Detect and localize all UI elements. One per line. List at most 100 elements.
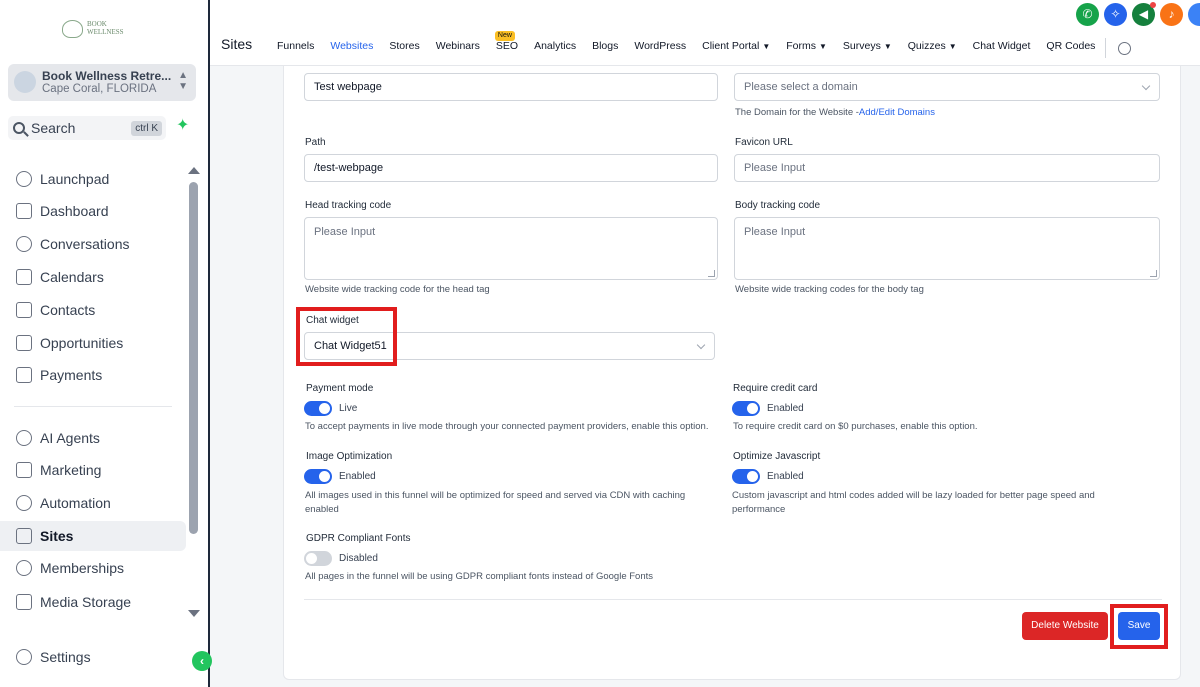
resize-handle-icon[interactable] (708, 270, 715, 277)
new-badge: New (494, 31, 515, 41)
nav-item-label: Marketing (40, 462, 102, 478)
nav-item-memberships[interactable]: Memberships (0, 553, 186, 583)
image-optimization-state: Enabled (339, 471, 376, 482)
tab-forms[interactable]: Forms ▼ (778, 40, 835, 56)
nav-item-payments[interactable]: Payments (0, 360, 186, 390)
tab-websites[interactable]: Websites (322, 40, 381, 68)
contacts-icon (16, 302, 32, 318)
nav-item-automation[interactable]: Automation (0, 488, 186, 518)
delete-website-button[interactable]: Delete Website (1022, 612, 1108, 640)
credit-card-state: Enabled (767, 403, 804, 414)
domain-select[interactable]: Please select a domain (734, 73, 1160, 101)
megaphone-icon[interactable]: ◀ (1132, 2, 1156, 26)
account-location: Cape Coral, FLORIDA (42, 83, 157, 95)
payment-mode-help: To accept payments in live mode through … (305, 421, 709, 432)
tab-surveys[interactable]: Surveys ▼ (835, 40, 900, 56)
collapse-sidebar-button[interactable]: ‹ (192, 651, 212, 671)
credit-card-help: To require credit card on $0 purchases, … (733, 421, 978, 432)
credit-card-row: Enabled (732, 401, 804, 416)
favicon-label: Favicon URL (735, 137, 793, 148)
gdpr-fonts-toggle[interactable] (304, 551, 332, 566)
nav-item-settings[interactable]: Settings (0, 642, 186, 672)
tab-chat-widget[interactable]: Chat Widget (965, 40, 1039, 56)
nav-item-dashboard[interactable]: Dashboard (0, 196, 186, 226)
nav-item-label: Media Storage (40, 594, 132, 610)
gdpr-fonts-help: All pages in the funnel will be using GD… (305, 571, 653, 582)
tab-seo[interactable]: New SEO (488, 31, 526, 56)
image-optimization-label: Image Optimization (306, 451, 393, 462)
browser-icon (16, 528, 32, 544)
tab-quizzes[interactable]: Quizzes ▼ (900, 40, 965, 56)
nav-item-contacts[interactable]: Contacts (0, 295, 186, 325)
tab-client-portal[interactable]: Client Portal ▼ (694, 40, 778, 56)
nav-item-opportunities[interactable]: Opportunities (0, 328, 186, 358)
nav-item-launchpad[interactable]: Launchpad (0, 164, 186, 194)
favicon-input[interactable]: Please Input (734, 154, 1160, 182)
chevron-down-icon: ▼ (762, 42, 771, 51)
search-label: Search (31, 120, 76, 136)
nav-item-sites[interactable]: Sites (0, 521, 186, 551)
nav-item-media-storage[interactable]: Media Storage (0, 587, 186, 617)
automation-icon (16, 495, 32, 511)
profile-icon[interactable] (1188, 3, 1200, 26)
nav-item-label: Dashboard (40, 203, 109, 219)
add-edit-domains-link[interactable]: Add/Edit Domains (859, 107, 935, 118)
website-name-input[interactable]: Test webpage (304, 73, 718, 101)
sparkles-icon (16, 430, 32, 446)
search-input[interactable]: Search ctrl K (8, 116, 166, 140)
payment-mode-toggle[interactable] (304, 401, 332, 416)
image-optimization-toggle[interactable] (304, 469, 332, 484)
account-switcher[interactable]: Book Wellness Retre... Cape Coral, FLORI… (8, 64, 196, 101)
nav-item-label: Conversations (40, 236, 130, 252)
tab-stores[interactable]: Stores (381, 40, 427, 56)
send-icon (16, 462, 32, 478)
image-optimization-help: All images used in this funnel will be o… (305, 490, 686, 515)
receipt-icon (16, 367, 32, 383)
nav-item-label: Launchpad (40, 171, 110, 187)
sidebar: BOOK WELLNESS Book Wellness Retre... Cap… (0, 0, 208, 687)
optimize-js-row: Enabled (732, 469, 804, 484)
badge-icon (16, 560, 32, 576)
image-optimization-row: Enabled (304, 469, 376, 484)
brand-logo[interactable]: BOOK WELLNESS (62, 16, 142, 42)
tab-webinars[interactable]: Webinars (428, 40, 488, 56)
sidebar-border (208, 0, 210, 687)
tab-funnels[interactable]: Funnels (269, 40, 322, 56)
nav-item-marketing[interactable]: Marketing (0, 455, 186, 485)
optimize-js-toggle[interactable] (732, 469, 760, 484)
nav-item-label: Calendars (40, 269, 104, 285)
phone-icon[interactable]: ✆ (1076, 3, 1099, 26)
tab-wordpress[interactable]: WordPress (626, 40, 694, 56)
nav-item-conversations[interactable]: Conversations (0, 229, 186, 259)
sparkle-icon[interactable]: ✦ (176, 118, 190, 134)
head-code-help: Website wide tracking code for the head … (305, 284, 490, 295)
path-input[interactable]: /test-webpage (304, 154, 718, 182)
tab-label: SEO (495, 40, 519, 52)
body-code-placeholder: Please Input (744, 226, 806, 238)
scroll-up-arrow[interactable] (188, 167, 200, 174)
gdpr-fonts-row: Disabled (304, 551, 378, 566)
chevron-up-down-icon: ▲ ▼ (178, 70, 188, 92)
top-icons: ✆ ✧ ◀ ♪ (1076, 2, 1200, 26)
scroll-down-arrow[interactable] (188, 610, 200, 617)
nav-item-ai-agents[interactable]: AI Agents (0, 423, 186, 453)
chevron-down-icon: ▼ (883, 42, 892, 51)
domain-help: The Domain for the Website -Add/Edit Dom… (735, 107, 935, 118)
head-code-textarea[interactable]: Please Input (304, 217, 718, 280)
logo-icon (62, 20, 83, 38)
sidebar-scrollbar[interactable] (189, 182, 198, 534)
bell-icon[interactable]: ♪ (1160, 3, 1183, 26)
tab-label: Quizzes (907, 40, 946, 52)
tab-qr-codes[interactable]: QR Codes (1038, 40, 1103, 56)
credit-card-toggle[interactable] (732, 401, 760, 416)
resize-handle-icon[interactable] (1150, 270, 1157, 277)
save-highlight (1110, 604, 1168, 649)
magic-wand-icon[interactable]: ✧ (1104, 3, 1127, 26)
tabs-divider (1105, 38, 1107, 58)
tab-analytics[interactable]: Analytics (526, 40, 584, 56)
tab-blogs[interactable]: Blogs (584, 40, 626, 56)
nav-item-calendars[interactable]: Calendars (0, 262, 186, 292)
body-code-label: Body tracking code (735, 200, 821, 211)
body-code-textarea[interactable]: Please Input (734, 217, 1160, 280)
settings-gear-icon[interactable] (1118, 41, 1132, 55)
